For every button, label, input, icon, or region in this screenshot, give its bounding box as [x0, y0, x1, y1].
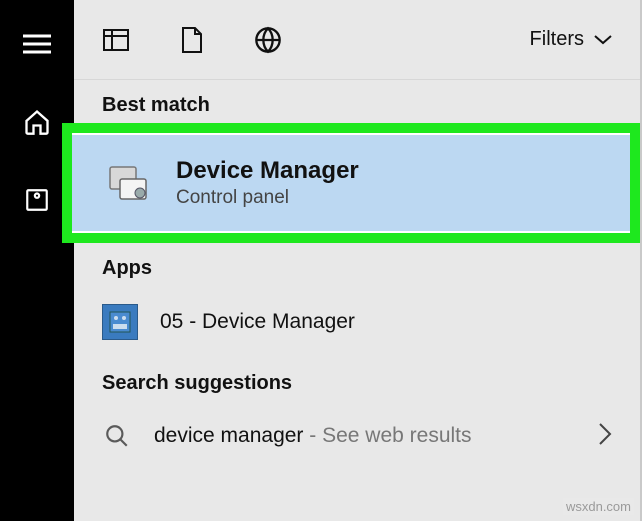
chevron-right-icon: [598, 422, 612, 451]
photo-icon[interactable]: [23, 186, 51, 214]
chevron-down-icon: [594, 35, 612, 45]
filters-dropdown[interactable]: Filters: [530, 28, 612, 51]
document-filter-icon[interactable]: [178, 26, 206, 54]
window-filter-icon[interactable]: [102, 26, 130, 54]
web-filter-icon[interactable]: [254, 26, 282, 54]
search-icon: [102, 421, 132, 451]
filters-label: Filters: [530, 28, 584, 51]
hamburger-icon[interactable]: [23, 30, 51, 58]
web-suggestion[interactable]: device manager - See web results: [74, 401, 640, 471]
suggestion-query: device manager: [154, 424, 303, 447]
app-result[interactable]: 05 - Device Manager: [74, 286, 640, 358]
best-match-title: Device Manager: [176, 157, 359, 185]
suggestion-extra: - See web results: [303, 424, 471, 447]
section-suggestions: Search suggestions: [74, 358, 640, 401]
section-apps: Apps: [74, 243, 640, 286]
device-manager-icon: [108, 161, 152, 205]
best-match-result[interactable]: Device Manager Control panel: [72, 133, 630, 233]
suggestion-text: device manager - See web results: [154, 424, 472, 448]
annotation-highlight: Device Manager Control panel: [62, 123, 640, 243]
section-best-match: Best match: [74, 80, 640, 123]
app-icon: [102, 304, 138, 340]
filter-toolbar: Filters: [74, 0, 640, 80]
best-match-subtitle: Control panel: [176, 187, 359, 209]
search-results-panel: Filters Best match Device Manager Contro…: [74, 0, 642, 521]
watermark: wsxdn.com: [563, 498, 634, 515]
cortana-sidebar: [0, 0, 74, 521]
home-icon[interactable]: [23, 108, 51, 136]
best-match-text: Device Manager Control panel: [176, 157, 359, 209]
app-result-label: 05 - Device Manager: [160, 310, 355, 334]
